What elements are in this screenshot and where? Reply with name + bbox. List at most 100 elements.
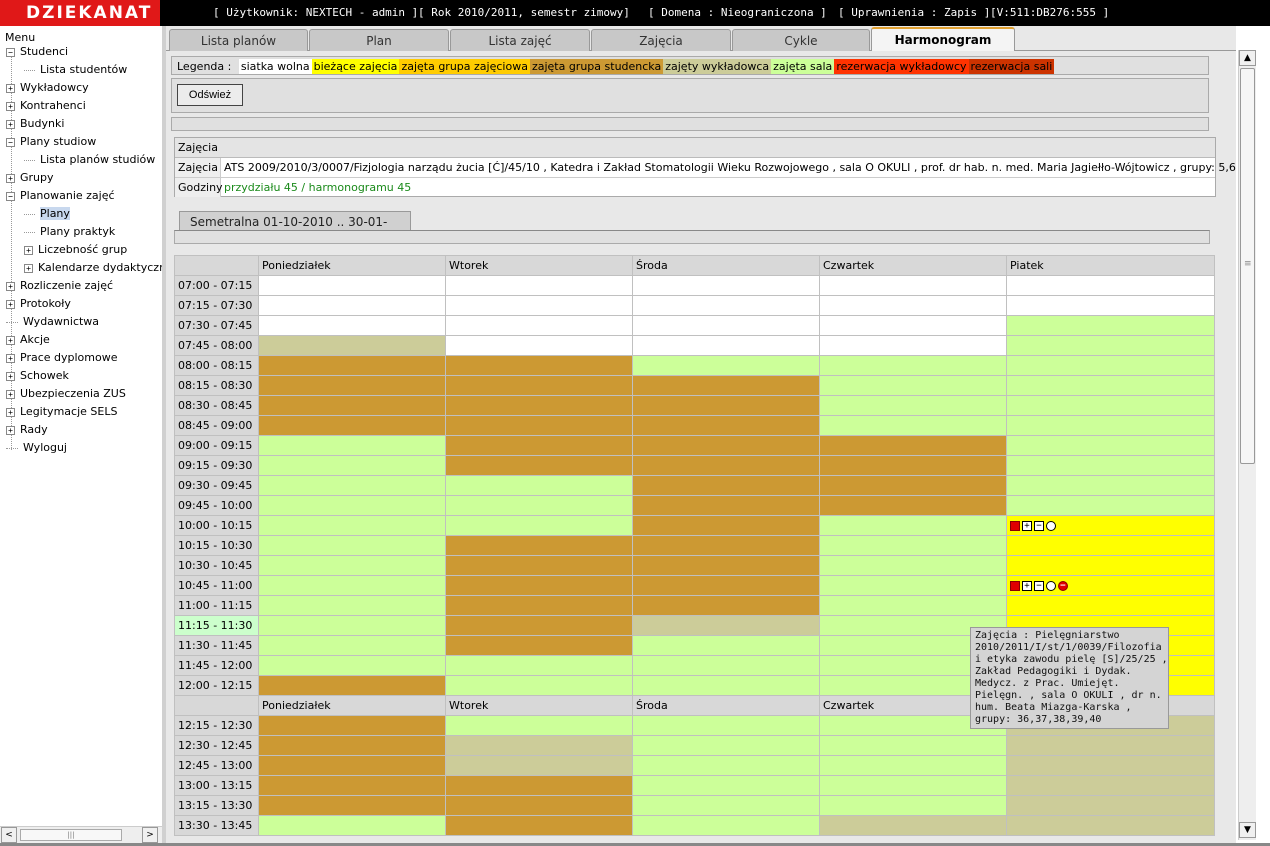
schedule-cell[interactable] bbox=[258, 315, 446, 336]
schedule-cell[interactable] bbox=[632, 435, 820, 456]
schedule-cell[interactable] bbox=[632, 775, 820, 796]
schedule-cell[interactable] bbox=[632, 375, 820, 396]
schedule-cell[interactable] bbox=[819, 375, 1007, 396]
schedule-cell[interactable] bbox=[445, 515, 633, 536]
schedule-cell[interactable] bbox=[632, 475, 820, 496]
schedule-cell[interactable] bbox=[819, 795, 1007, 816]
schedule-cell[interactable] bbox=[1006, 275, 1215, 296]
expand-icon[interactable]: + bbox=[6, 371, 15, 381]
refresh-button[interactable]: Odśwież bbox=[177, 84, 243, 106]
schedule-cell[interactable] bbox=[819, 755, 1007, 776]
schedule-cell[interactable] bbox=[632, 795, 820, 816]
schedule-cell[interactable] bbox=[819, 455, 1007, 476]
schedule-cell[interactable] bbox=[445, 435, 633, 456]
expand-icon[interactable]: + bbox=[6, 281, 15, 291]
sidebar-item-legitymacje-sels[interactable]: + Legitymacje SELS bbox=[6, 404, 117, 420]
schedule-cell[interactable] bbox=[258, 395, 446, 416]
schedule-cell[interactable] bbox=[632, 355, 820, 376]
schedule-cell[interactable] bbox=[445, 295, 633, 316]
schedule-cell[interactable] bbox=[1006, 535, 1215, 556]
schedule-cell[interactable] bbox=[445, 315, 633, 336]
sidebar-item-protokoly[interactable]: + Protokoły bbox=[6, 296, 71, 312]
schedule-cell[interactable] bbox=[632, 675, 820, 696]
sidebar-item-wydawnictwa[interactable]: Wydawnictwa bbox=[6, 314, 99, 330]
minus-icon[interactable]: − bbox=[1034, 521, 1044, 532]
schedule-cell[interactable] bbox=[1006, 795, 1215, 816]
schedule-cell[interactable] bbox=[1006, 395, 1215, 416]
schedule-cell[interactable] bbox=[258, 295, 446, 316]
expand-icon[interactable]: + bbox=[24, 245, 33, 255]
sidebar-item-kontrahenci[interactable]: + Kontrahenci bbox=[6, 98, 86, 114]
sidebar-item-grupy[interactable]: + Grupy bbox=[6, 170, 54, 186]
tab-lista-zajec[interactable]: Lista zajęć bbox=[450, 29, 590, 51]
schedule-cell[interactable] bbox=[445, 475, 633, 496]
schedule-cell[interactable] bbox=[258, 755, 446, 776]
schedule-cell[interactable] bbox=[819, 595, 1007, 616]
sidebar-item-plany[interactable]: Plany bbox=[24, 206, 70, 222]
schedule-cell[interactable] bbox=[819, 275, 1007, 296]
expand-icon[interactable]: + bbox=[6, 353, 15, 363]
schedule-cell[interactable] bbox=[258, 555, 446, 576]
sidebar-horizontal-scrollbar[interactable]: < ||| > bbox=[0, 826, 162, 843]
expand-icon[interactable]: + bbox=[6, 335, 15, 345]
expand-icon[interactable]: + bbox=[6, 173, 15, 183]
schedule-cell[interactable] bbox=[445, 535, 633, 556]
expand-icon[interactable]: + bbox=[6, 299, 15, 309]
schedule-cell[interactable] bbox=[258, 655, 446, 676]
schedule-cell[interactable] bbox=[1006, 375, 1215, 396]
schedule-cell[interactable] bbox=[258, 475, 446, 496]
schedule-cell[interactable] bbox=[1006, 475, 1215, 496]
scroll-thumb[interactable]: ≡ bbox=[1240, 68, 1255, 464]
schedule-cell[interactable] bbox=[1006, 355, 1215, 376]
schedule-cell[interactable] bbox=[445, 275, 633, 296]
schedule-cell[interactable] bbox=[445, 495, 633, 516]
schedule-cell[interactable] bbox=[258, 275, 446, 296]
schedule-cell[interactable] bbox=[1006, 315, 1215, 336]
schedule-cell[interactable] bbox=[632, 335, 820, 356]
schedule-cell[interactable] bbox=[1006, 755, 1215, 776]
schedule-cell[interactable] bbox=[819, 555, 1007, 576]
sidebar-item-plany-studiow[interactable]: − Plany studiow bbox=[6, 134, 96, 150]
schedule-cell[interactable] bbox=[445, 335, 633, 356]
schedule-cell[interactable] bbox=[445, 415, 633, 436]
schedule-cell[interactable] bbox=[445, 815, 633, 836]
schedule-cell[interactable] bbox=[632, 735, 820, 756]
expand-icon[interactable]: + bbox=[6, 407, 15, 417]
schedule-cell[interactable] bbox=[258, 615, 446, 636]
sidebar-item-planowanie-zajec[interactable]: − Planowanie zajęć bbox=[6, 188, 115, 204]
schedule-cell[interactable] bbox=[819, 435, 1007, 456]
schedule-cell[interactable] bbox=[445, 555, 633, 576]
expand-icon[interactable]: + bbox=[6, 101, 15, 111]
schedule-cell[interactable] bbox=[1006, 335, 1215, 356]
expand-icon[interactable]: + bbox=[6, 389, 15, 399]
schedule-cell[interactable] bbox=[258, 635, 446, 656]
minus-icon[interactable]: − bbox=[1034, 581, 1044, 592]
schedule-cell[interactable]: + − bbox=[1006, 515, 1215, 536]
schedule-cell[interactable] bbox=[632, 815, 820, 836]
tab-harmonogram[interactable]: Harmonogram bbox=[871, 27, 1015, 51]
schedule-cell[interactable] bbox=[258, 715, 446, 736]
schedule-cell[interactable] bbox=[819, 475, 1007, 496]
schedule-cell[interactable] bbox=[632, 275, 820, 296]
sidebar-item-studenci[interactable]: − Studenci bbox=[6, 44, 68, 60]
schedule-cell[interactable] bbox=[258, 415, 446, 436]
schedule-cell[interactable] bbox=[258, 355, 446, 376]
schedule-cell[interactable] bbox=[258, 795, 446, 816]
expand-icon[interactable]: + bbox=[6, 119, 15, 129]
schedule-cell[interactable] bbox=[445, 595, 633, 616]
schedule-cell[interactable] bbox=[819, 515, 1007, 536]
schedule-cell[interactable] bbox=[632, 395, 820, 416]
schedule-cell[interactable] bbox=[819, 495, 1007, 516]
schedule-cell[interactable] bbox=[445, 355, 633, 376]
sidebar-item-budynki[interactable]: + Budynki bbox=[6, 116, 64, 132]
schedule-cell[interactable] bbox=[258, 455, 446, 476]
schedule-cell[interactable] bbox=[258, 495, 446, 516]
schedule-cell[interactable] bbox=[445, 675, 633, 696]
expand-icon[interactable]: + bbox=[6, 83, 15, 93]
schedule-cell[interactable] bbox=[445, 395, 633, 416]
red-square-icon[interactable] bbox=[1010, 521, 1020, 532]
sidebar-item-wyloguj[interactable]: Wyloguj bbox=[6, 440, 67, 456]
schedule-cell[interactable] bbox=[1006, 435, 1215, 456]
tab-lista-planow[interactable]: Lista planów bbox=[169, 29, 308, 51]
schedule-cell[interactable] bbox=[445, 715, 633, 736]
